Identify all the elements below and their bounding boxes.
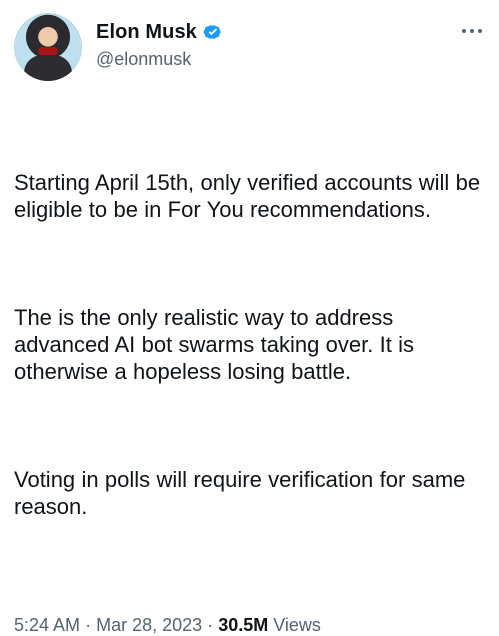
tweet-date[interactable]: Mar 28, 2023	[96, 615, 202, 635]
metadata-separator-1: ·	[85, 615, 92, 635]
tweet-metadata: 5:24 AM · Mar 28, 2023 · 30.5M Views	[14, 615, 483, 636]
tweet-text: Starting April 15th, only verified accou…	[14, 115, 483, 601]
tweet-paragraph-2: The is the only realistic way to address…	[14, 305, 421, 384]
tweet-card: Elon Musk @elonmusk Starting April 15th,…	[0, 0, 499, 635]
tweet-paragraph-3: Voting in polls will require verificatio…	[14, 467, 472, 519]
views-count: 30.5M	[218, 615, 269, 635]
more-horizontal-icon[interactable]	[461, 28, 483, 34]
author-display-name[interactable]: Elon Musk	[96, 22, 197, 42]
verified-badge-icon	[201, 20, 225, 44]
author-handle[interactable]: @elonmusk	[96, 50, 225, 68]
metadata-separator-2: ·	[207, 615, 214, 635]
profile-avatar[interactable]	[14, 13, 82, 81]
author-name-block: Elon Musk @elonmusk	[96, 13, 225, 68]
tweet-time[interactable]: 5:24 AM	[14, 615, 80, 635]
author-name-row: Elon Musk	[96, 20, 225, 44]
views-label: Views	[273, 615, 321, 635]
tweet-paragraph-1: Starting April 15th, only verified accou…	[14, 170, 487, 222]
tweet-header: Elon Musk @elonmusk	[14, 13, 483, 87]
